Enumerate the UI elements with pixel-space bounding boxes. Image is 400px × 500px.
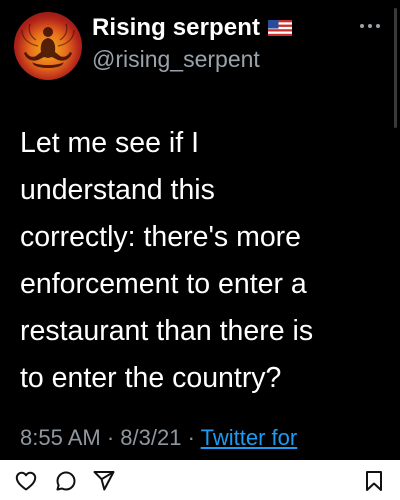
meta-separator: · — [106, 425, 115, 450]
tweet-text-line: correctly: there's more — [20, 221, 302, 253]
tweet-text-line: restaurant than there is — [20, 315, 314, 347]
more-options-icon[interactable] — [360, 22, 386, 30]
tweet-text-line: understand this — [20, 174, 215, 206]
scrollbar[interactable] — [394, 8, 397, 128]
tweet-text-line: Let me see if I — [20, 127, 200, 159]
tweet-text-line: to enter the country? — [20, 362, 282, 394]
display-name[interactable]: Rising serpent — [92, 14, 260, 42]
bookmark-icon[interactable] — [362, 469, 386, 493]
send-icon[interactable] — [92, 469, 116, 493]
us-flag-icon — [268, 20, 293, 36]
display-name-row: Rising serpent — [92, 14, 293, 42]
meta-separator: · — [187, 425, 195, 450]
tweet-source-link[interactable]: Twitter for — [201, 425, 298, 450]
tweet-date: 8/3/21 — [120, 425, 182, 450]
tweet-meta: 8:55 AM · 8/3/21 · Twitter for — [20, 425, 297, 451]
user-handle[interactable]: @rising_serpent — [92, 46, 260, 73]
avatar[interactable] — [14, 12, 82, 80]
comment-icon[interactable] — [54, 469, 78, 493]
tweet-text-line: enforcement to enter a — [20, 268, 307, 300]
tweet-screenshot: Rising serpent @rising_serpent Let me se… — [0, 0, 400, 460]
post-action-bar — [0, 460, 400, 500]
tweet-time: 8:55 AM — [20, 425, 101, 450]
post-frame: Rising serpent @rising_serpent Let me se… — [0, 0, 400, 500]
tweet-text: Let me see if I understand this correctl… — [20, 120, 380, 402]
heart-icon[interactable] — [14, 469, 38, 493]
meditating-figure-avatar-icon — [21, 23, 75, 68]
